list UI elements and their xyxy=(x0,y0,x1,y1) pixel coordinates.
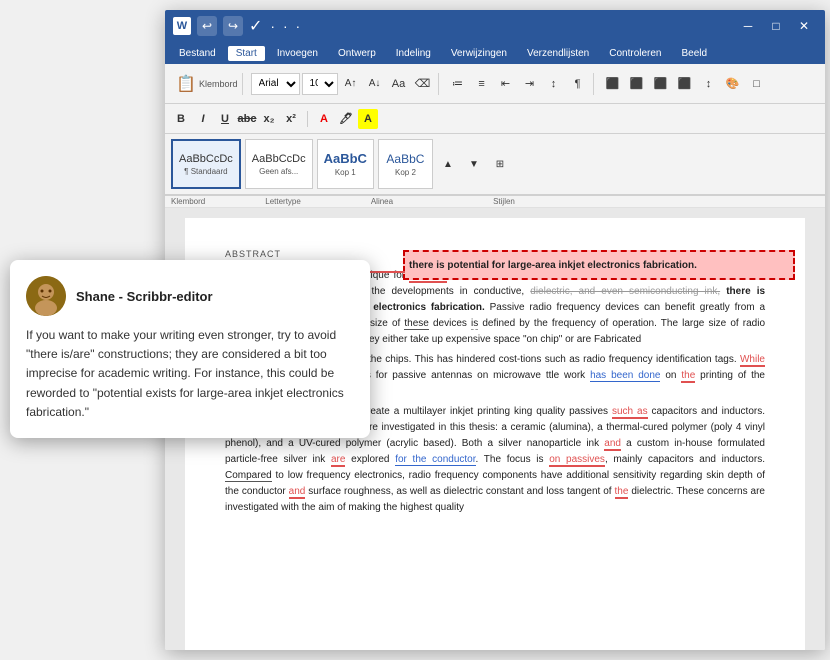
font-group: Arial 10 A↑ A↓ Aa ⌫ xyxy=(247,73,439,95)
word-are: are xyxy=(331,454,345,467)
strikethrough-text: dielectric, and even semiconducting ink, xyxy=(530,286,720,297)
tab-start[interactable]: Start xyxy=(228,46,265,61)
font-select[interactable]: Arial xyxy=(251,73,300,95)
paste-button[interactable]: 📋 xyxy=(175,73,197,95)
word-the: the xyxy=(615,486,629,499)
section-labels: Klembord Lettertype Alinea Stijlen xyxy=(165,196,825,208)
style-kop2[interactable]: AaBbC Kop 2 xyxy=(378,139,433,189)
styles-scroll-up[interactable]: ▲ xyxy=(437,153,459,175)
klembord-label: Klembord xyxy=(199,79,238,89)
numbered-list-button[interactable]: ≡ xyxy=(471,73,493,95)
alinea-section-label: Alinea xyxy=(371,197,393,206)
font-size-select[interactable]: 10 xyxy=(302,73,338,95)
style-geen-afs[interactable]: AaBbCcDc Geen afs... xyxy=(245,139,313,189)
styles-scroll-down[interactable]: ▼ xyxy=(463,153,485,175)
close-button[interactable]: ✕ xyxy=(791,16,817,36)
word-is: is xyxy=(471,318,478,330)
indent-decrease-button[interactable]: ⇤ xyxy=(495,73,517,95)
more-icon: · · · xyxy=(270,18,302,34)
comment-text: If you want to make your writing even st… xyxy=(26,326,354,422)
shading-button[interactable]: 🎨 xyxy=(722,73,744,95)
tab-verzendlijsten[interactable]: Verzendlijsten xyxy=(519,46,597,61)
tab-ontwerp[interactable]: Ontwerp xyxy=(330,46,384,61)
font-shrink-button[interactable]: A↓ xyxy=(364,73,386,95)
borders-button[interactable]: □ xyxy=(746,73,768,95)
check-icon: ✓ xyxy=(249,16,264,36)
klembord-group: 📋 Klembord xyxy=(171,73,243,95)
word-such-as: such as xyxy=(612,406,648,419)
tab-indeling[interactable]: Indeling xyxy=(388,46,439,61)
lettertype-section-label: Lettertype xyxy=(265,197,301,206)
comment-bubble: Shane - Scribbr-editor If you want to ma… xyxy=(10,260,370,438)
align-justify-button[interactable]: ⬛ xyxy=(674,73,696,95)
avatar xyxy=(26,276,66,316)
toolbar-row2: B I U abc x₂ x² A 🖊 A xyxy=(165,104,825,134)
redo-button[interactable]: ↪ xyxy=(223,16,243,36)
tab-invoegen[interactable]: Invoegen xyxy=(269,46,326,61)
bullet-list-button[interactable]: ≔ xyxy=(447,73,469,95)
style-kop1[interactable]: AaBbC Kop 1 xyxy=(317,139,374,189)
show-marks-button[interactable]: ¶ xyxy=(567,73,589,95)
word-on: the xyxy=(681,370,695,383)
tab-controleren[interactable]: Controleren xyxy=(601,46,669,61)
tab-beeld[interactable]: Beeld xyxy=(674,46,716,61)
superscript-button[interactable]: x² xyxy=(281,109,301,129)
subscript-button[interactable]: x₂ xyxy=(259,109,279,129)
window-controls: ─ □ ✕ xyxy=(735,16,817,36)
stijlen-section-label: Stijlen xyxy=(493,197,515,206)
word-these: these xyxy=(404,318,428,330)
italic-button[interactable]: I xyxy=(193,109,213,129)
commenter-name: Shane - Scribbr-editor xyxy=(76,289,213,304)
tab-verwijzingen[interactable]: Verwijzingen xyxy=(443,46,515,61)
styles-expand[interactable]: ⊞ xyxy=(489,153,511,175)
toolbar-row1: 📋 Klembord Arial 10 A↑ A↓ Aa ⌫ ≔ ≡ ⇤ ⇥ ↕… xyxy=(165,64,825,104)
tab-bestand[interactable]: Bestand xyxy=(171,46,224,61)
sort-button[interactable]: ↕ xyxy=(543,73,565,95)
title-bar: W ↩ ↪ ✓ · · · ─ □ ✕ xyxy=(165,10,825,42)
paragraph-group: ≔ ≡ ⇤ ⇥ ↕ ¶ xyxy=(443,73,594,95)
highlighted-text: there is potential for large-area inkjet… xyxy=(409,258,697,273)
align-right-button[interactable]: ⬛ xyxy=(650,73,672,95)
strikethrough-button[interactable]: abc xyxy=(237,109,257,129)
style-standaard[interactable]: AaBbCcDc ¶ Standaard xyxy=(171,139,241,189)
word-on-passives: on passives xyxy=(549,454,605,467)
word-and2: and xyxy=(289,486,306,499)
word-for-the-conductor: for the conductor xyxy=(395,454,475,466)
text-highlight-button[interactable]: A xyxy=(358,109,378,129)
highlight-overlay: there is potential for large-area inkjet… xyxy=(403,250,795,280)
highlight-color-button[interactable]: 🖊 xyxy=(336,109,356,129)
word-and: and xyxy=(604,438,621,451)
align-left-button[interactable]: ⬛ xyxy=(602,73,624,95)
align-group: ⬛ ⬛ ⬛ ⬛ ↕ 🎨 □ xyxy=(598,73,772,95)
minimize-button[interactable]: ─ xyxy=(735,16,761,36)
undo-button[interactable]: ↩ xyxy=(197,16,217,36)
font-case-button[interactable]: Aa xyxy=(388,73,410,95)
klembord-section-label: Klembord xyxy=(171,197,205,206)
font-color-button[interactable]: A xyxy=(314,109,334,129)
underline-button[interactable]: U xyxy=(215,109,235,129)
ribbon-tabs: Bestand Start Invoegen Ontwerp Indeling … xyxy=(165,42,825,64)
font-grow-button[interactable]: A↑ xyxy=(340,73,362,95)
styles-bar: AaBbCcDc ¶ Standaard AaBbCcDc Geen afs..… xyxy=(165,134,825,196)
word-icon: W xyxy=(173,17,191,35)
comment-header: Shane - Scribbr-editor xyxy=(26,276,354,316)
word-compared: Compared xyxy=(225,470,272,482)
font-clear-button[interactable]: ⌫ xyxy=(412,73,434,95)
line-spacing-button[interactable]: ↕ xyxy=(698,73,720,95)
word-has-been-done: has been done xyxy=(590,370,660,382)
bold-button[interactable]: B xyxy=(171,109,191,129)
align-center-button[interactable]: ⬛ xyxy=(626,73,648,95)
indent-increase-button[interactable]: ⇥ xyxy=(519,73,541,95)
maximize-button[interactable]: □ xyxy=(763,16,789,36)
